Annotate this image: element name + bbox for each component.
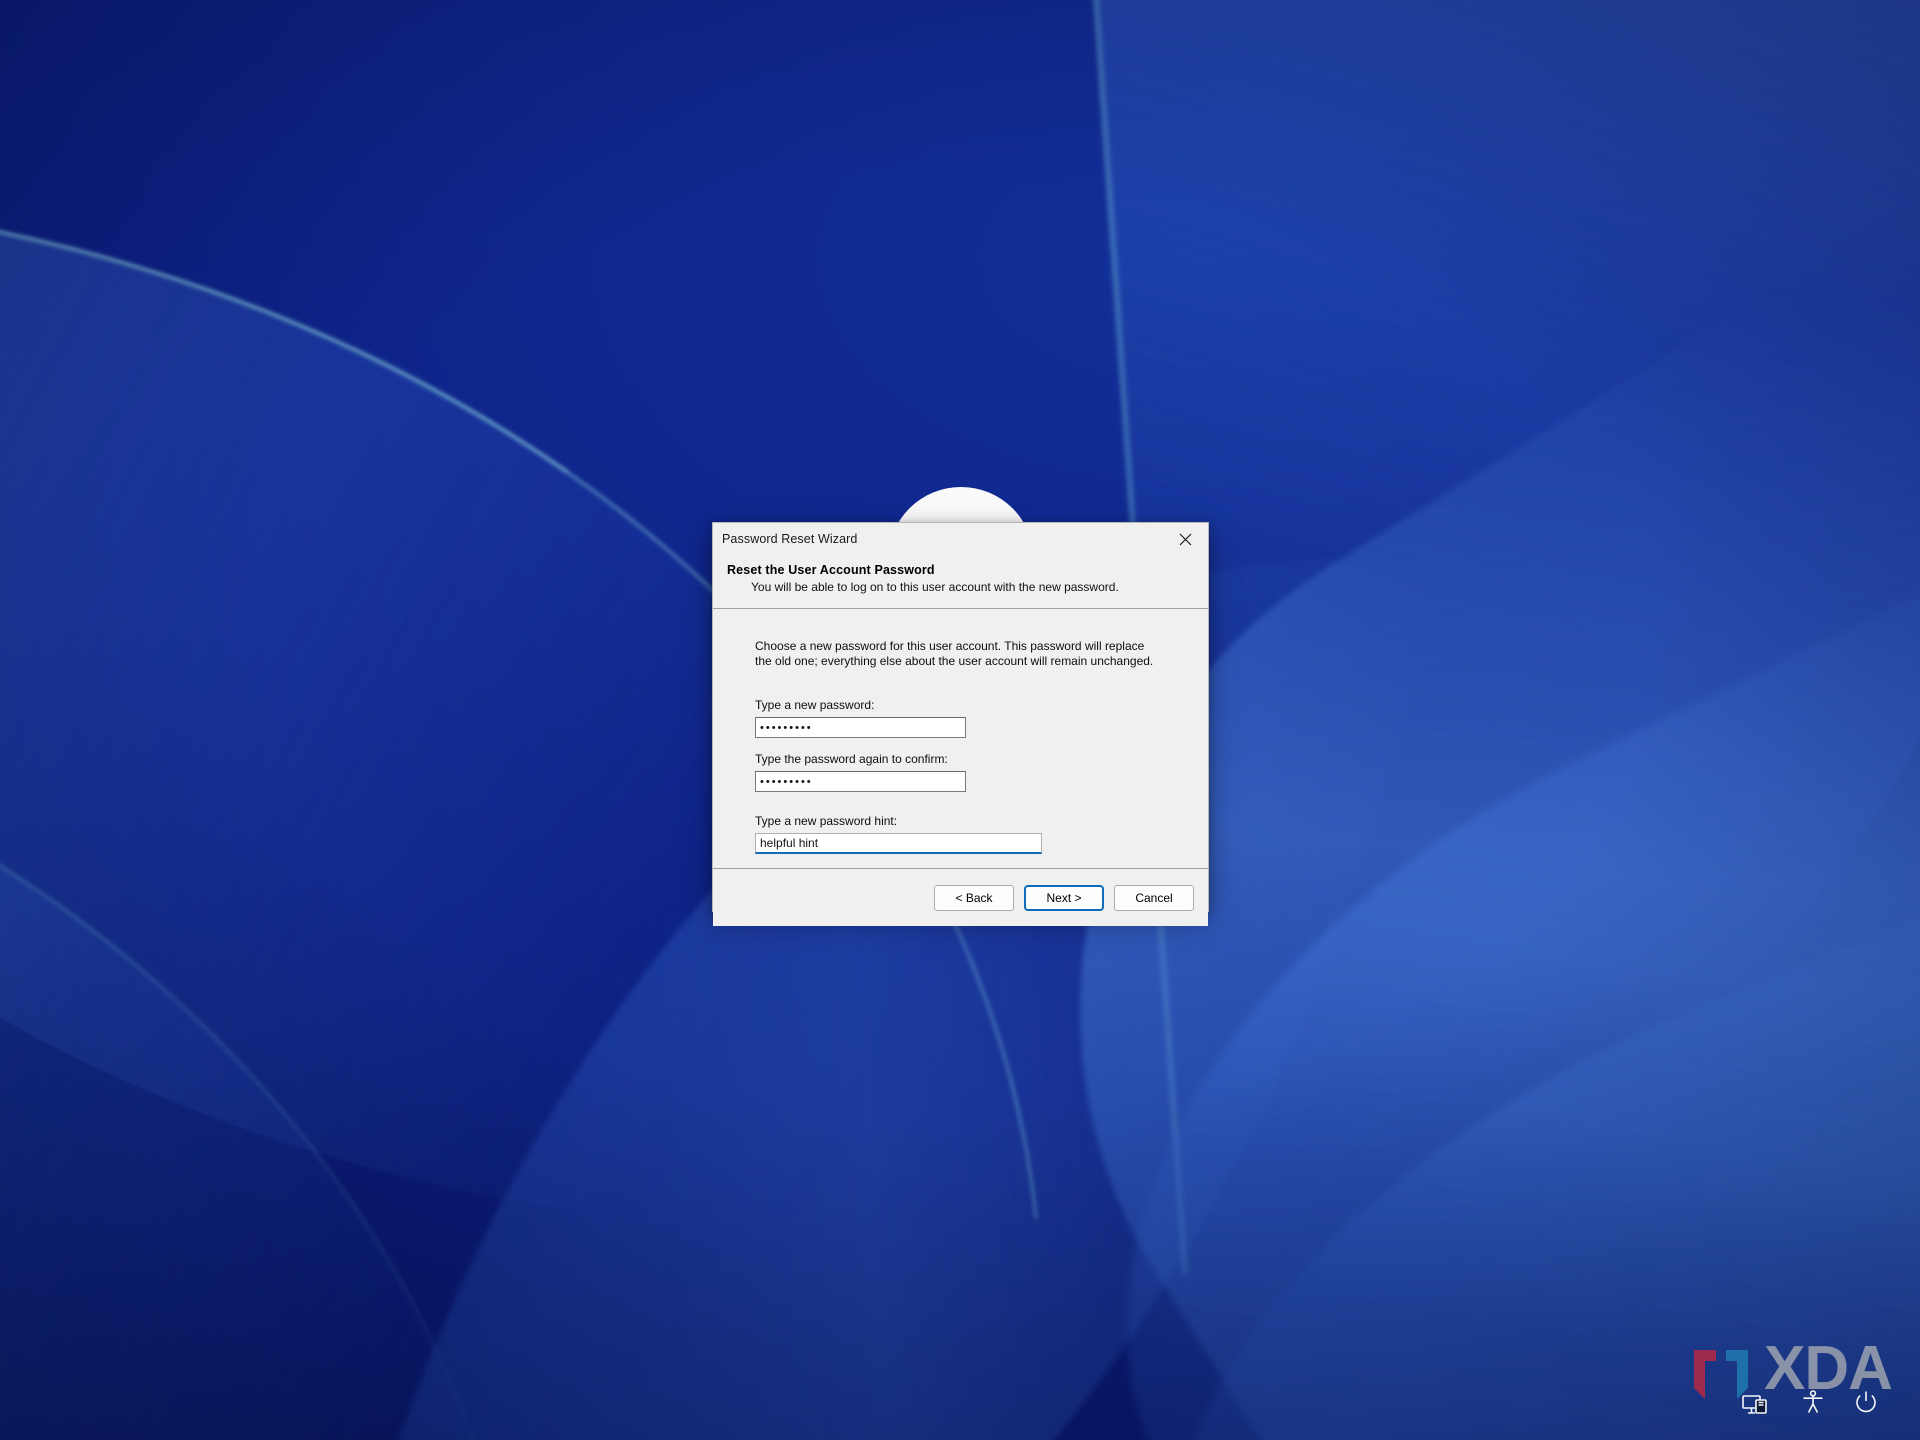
password-hint-input[interactable]: helpful hint bbox=[755, 833, 1042, 854]
dialog-title: Password Reset Wizard bbox=[722, 532, 858, 546]
password-hint-label: Type a new password hint: bbox=[755, 814, 898, 828]
new-password-input[interactable]: ••••••••• bbox=[755, 717, 966, 738]
new-password-field-group: Type a new password: ••••••••• bbox=[755, 698, 1208, 738]
page-subtitle: You will be able to log on to this user … bbox=[751, 580, 1119, 594]
confirm-password-label: Type the password again to confirm: bbox=[755, 752, 948, 766]
close-icon[interactable] bbox=[1162, 523, 1208, 555]
password-reset-wizard-dialog: Password Reset Wizard Reset the User Acc… bbox=[712, 522, 1209, 926]
new-password-label: Type a new password: bbox=[755, 698, 875, 712]
dialog-header: Reset the User Account Password You will… bbox=[713, 555, 1208, 609]
back-button[interactable]: < Back bbox=[934, 884, 1014, 911]
page-title: Reset the User Account Password bbox=[727, 563, 935, 577]
cancel-button[interactable]: Cancel bbox=[1114, 884, 1194, 911]
dialog-title-bar[interactable]: Password Reset Wizard bbox=[713, 523, 1208, 555]
next-button[interactable]: Next > bbox=[1024, 884, 1104, 911]
confirm-password-field-group: Type the password again to confirm: ••••… bbox=[755, 752, 1208, 792]
instruction-text: Choose a new password for this user acco… bbox=[755, 639, 1154, 668]
cast-to-device-icon bbox=[1742, 1395, 1767, 1414]
ease-of-access-icon bbox=[1803, 1390, 1823, 1413]
dialog-body: Choose a new password for this user acco… bbox=[713, 609, 1208, 868]
confirm-password-input[interactable]: ••••••••• bbox=[755, 771, 966, 792]
xda-watermark: XDA bbox=[1686, 1334, 1893, 1420]
dialog-footer: < Back Next > Cancel bbox=[713, 868, 1208, 926]
password-hint-field-group: Type a new password hint: helpful hint bbox=[755, 814, 1208, 854]
power-icon bbox=[1856, 1391, 1876, 1413]
